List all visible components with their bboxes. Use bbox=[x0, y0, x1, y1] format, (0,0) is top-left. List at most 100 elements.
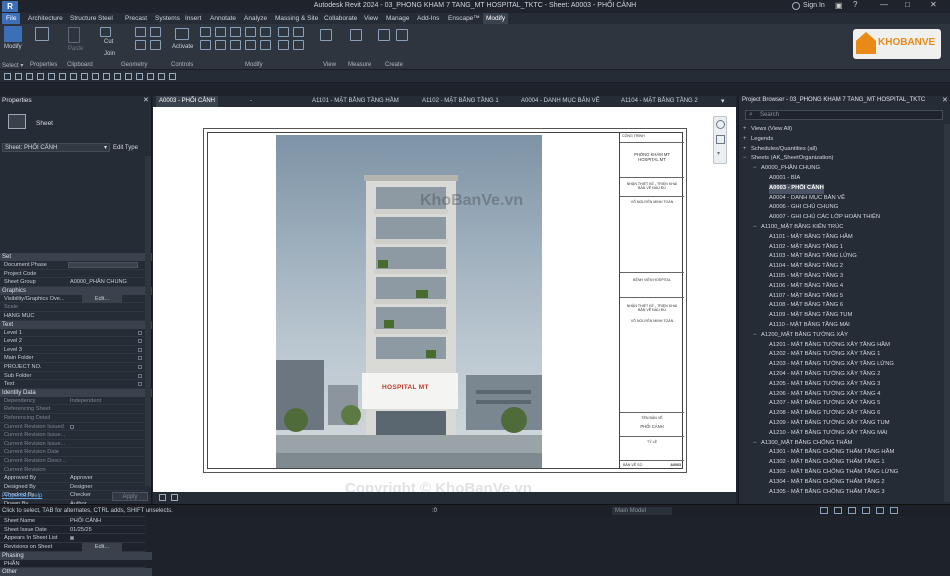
switch-windows-icon[interactable] bbox=[158, 73, 165, 80]
property-row[interactable]: Approved By Approver bbox=[0, 474, 145, 483]
create-assembly-icon[interactable] bbox=[378, 29, 390, 41]
view-tab[interactable]: A1102 - MẶT BẰNG TẦNG 1 bbox=[419, 96, 502, 107]
browser-item[interactable]: A0004 - DANH MỤC BẢN VẼ bbox=[769, 194, 845, 204]
browser-item[interactable]: A0001 - BÌA bbox=[769, 174, 800, 184]
properties-scrollbar[interactable] bbox=[145, 156, 151, 486]
customize-icon[interactable] bbox=[169, 73, 176, 80]
property-row[interactable]: Main Folder bbox=[0, 354, 145, 363]
ribbon-tab-insert[interactable]: Insert bbox=[185, 13, 201, 24]
section-set[interactable]: Set bbox=[0, 253, 152, 261]
cope-icon[interactable] bbox=[135, 27, 146, 37]
close-hidden-icon[interactable] bbox=[147, 73, 154, 80]
align-icon[interactable] bbox=[200, 27, 211, 37]
print-icon[interactable] bbox=[59, 73, 66, 80]
section-icon[interactable] bbox=[125, 73, 132, 80]
minimize-icon[interactable]: — bbox=[880, 0, 888, 9]
view-tab[interactable]: A1104 - MẶT BẰNG TẦNG 2 bbox=[618, 96, 701, 107]
text-icon[interactable] bbox=[103, 73, 110, 80]
activate-button[interactable]: Activate bbox=[172, 44, 193, 50]
property-row[interactable]: Sheet Issue Date 01/25/25 bbox=[0, 526, 145, 535]
3d-view-icon[interactable] bbox=[114, 73, 121, 80]
browser-item[interactable]: A1210 - MẶT BẰNG TƯỜNG XÂY TẦNG MÁI bbox=[769, 429, 887, 439]
browser-item[interactable]: A1110 - MẶT BẰNG TẦNG MÁI bbox=[769, 321, 850, 331]
expand-toggle-icon[interactable]: − bbox=[753, 332, 757, 338]
view-tab[interactable]: A0003 - PHỐI CẢNH bbox=[156, 96, 219, 107]
browser-item[interactable]: A1300_MẶT BẰNG CHỐNG THẤM bbox=[761, 439, 852, 449]
checkbox[interactable] bbox=[70, 536, 74, 541]
ribbon-tab-collaborate[interactable]: Collaborate bbox=[324, 13, 357, 24]
ribbon-tab-massing-site[interactable]: Massing & Site bbox=[275, 13, 318, 24]
expand-toggle-icon[interactable]: − bbox=[753, 165, 757, 171]
text-checkbox[interactable] bbox=[138, 330, 142, 335]
property-row[interactable]: PROJECT NO. bbox=[0, 363, 145, 372]
pin-icon[interactable] bbox=[293, 27, 304, 37]
properties-icon[interactable] bbox=[35, 27, 49, 41]
user-icon[interactable] bbox=[792, 2, 800, 10]
sync-icon[interactable] bbox=[26, 73, 33, 80]
text-checkbox[interactable] bbox=[138, 382, 142, 387]
property-row[interactable]: Project Code bbox=[0, 270, 145, 279]
section-identity[interactable]: Identity Data bbox=[0, 388, 152, 397]
text-checkbox[interactable] bbox=[138, 356, 142, 361]
browser-item[interactable]: A1107 - MẶT BẰNG TẦNG 5 bbox=[769, 292, 843, 302]
tabs-menu-icon[interactable]: ▾ bbox=[721, 97, 725, 105]
browser-item[interactable]: Sheets (AK_SheetOrganization) bbox=[751, 154, 834, 164]
drag-on-selection-icon[interactable] bbox=[876, 507, 884, 514]
section-text[interactable]: Text bbox=[0, 320, 152, 329]
property-row[interactable]: Referencing Detail bbox=[0, 414, 145, 423]
ribbon-tab-add-ins[interactable]: Add-Ins bbox=[417, 13, 439, 24]
cut-geometry-icon[interactable] bbox=[150, 27, 161, 37]
view-tab[interactable]: A1101 - MẶT BẰNG TẦNG HẦM bbox=[309, 96, 402, 107]
ribbon-tab-steel[interactable]: Steel bbox=[98, 13, 113, 24]
browser-scrollbar[interactable] bbox=[944, 124, 950, 502]
browser-item[interactable]: A1103 - MẶT BẰNG TẦNG LỬNG bbox=[769, 252, 857, 262]
text-checkbox[interactable] bbox=[138, 373, 142, 378]
select-by-face-icon[interactable] bbox=[862, 507, 870, 514]
unpin-icon[interactable] bbox=[278, 40, 289, 50]
browser-item[interactable]: A1109 - MẶT BẰNG TẦNG TUM bbox=[769, 311, 852, 321]
section-other[interactable]: Other bbox=[0, 568, 152, 576]
modify-tool-icon[interactable] bbox=[4, 26, 22, 42]
browser-item[interactable]: Views (View All) bbox=[751, 125, 792, 135]
view-tab[interactable]: - bbox=[247, 96, 255, 107]
ribbon-tab-systems[interactable]: Systems bbox=[155, 13, 180, 24]
save-icon[interactable] bbox=[15, 73, 22, 80]
tag-icon[interactable] bbox=[92, 73, 99, 80]
ribbon-tab-file[interactable]: File bbox=[2, 13, 21, 24]
ribbon-tab-manage[interactable]: Manage bbox=[386, 13, 410, 24]
ribbon-tab-structure[interactable]: Structure bbox=[70, 13, 96, 24]
expand-toggle-icon[interactable]: − bbox=[753, 440, 757, 446]
scale-icon[interactable] bbox=[278, 27, 289, 37]
copy-element-icon[interactable] bbox=[215, 40, 226, 50]
close-icon[interactable]: ✕ bbox=[930, 0, 937, 9]
select-pinned-icon[interactable] bbox=[848, 507, 856, 514]
browser-item[interactable]: A1201 - MẶT BẰNG TƯỜNG XÂY TẦNG HẦM bbox=[769, 341, 890, 351]
browser-item[interactable]: A1303 - MẶT BẰNG CHỐNG THẤM TẦNG LỬNG bbox=[769, 468, 898, 478]
browser-item[interactable]: A1200_MẶT BẰNG TƯỜNG XÂY bbox=[761, 331, 848, 341]
help-icon[interactable]: ? bbox=[853, 0, 857, 9]
browser-item[interactable]: A0006 - GHI CHÚ CHUNG bbox=[769, 203, 838, 213]
view-icon[interactable] bbox=[320, 29, 332, 41]
trim-icon[interactable] bbox=[245, 40, 256, 50]
cut-button[interactable]: Cut bbox=[104, 39, 113, 45]
property-row[interactable]: Level 2 bbox=[0, 337, 145, 346]
select-underlay-icon[interactable] bbox=[834, 507, 842, 514]
dimension-icon[interactable] bbox=[81, 73, 88, 80]
browser-item[interactable]: A1108 - MẶT BẰNG TẦNG 6 bbox=[769, 301, 843, 311]
create-parts-icon[interactable] bbox=[396, 29, 408, 41]
browser-item[interactable]: A1302 - MẶT BẰNG CHỐNG THẤM TẦNG 1 bbox=[769, 458, 885, 468]
expand-toggle-icon[interactable]: − bbox=[753, 224, 757, 230]
expand-toggle-icon[interactable]: − bbox=[743, 155, 747, 161]
property-row[interactable]: Document Phase bbox=[0, 261, 145, 270]
undo-icon[interactable] bbox=[37, 73, 44, 80]
property-row[interactable]: Current Revision Issue... bbox=[0, 431, 145, 440]
browser-item[interactable]: A1208 - MẶT BẰNG TƯỜNG XÂY TẦNG 6 bbox=[769, 409, 880, 419]
property-row[interactable]: Revisions on Sheet Edit... bbox=[0, 543, 145, 552]
sign-in-button[interactable]: Sign In bbox=[803, 2, 825, 9]
maximize-icon[interactable]: □ bbox=[905, 0, 910, 9]
measure-icon[interactable] bbox=[350, 29, 362, 41]
ribbon-tab-annotate[interactable]: Annotate bbox=[210, 13, 236, 24]
property-row[interactable]: Sub Folder bbox=[0, 372, 145, 381]
property-row[interactable]: Current Revision bbox=[0, 466, 145, 475]
join-button[interactable]: Join bbox=[104, 51, 115, 57]
